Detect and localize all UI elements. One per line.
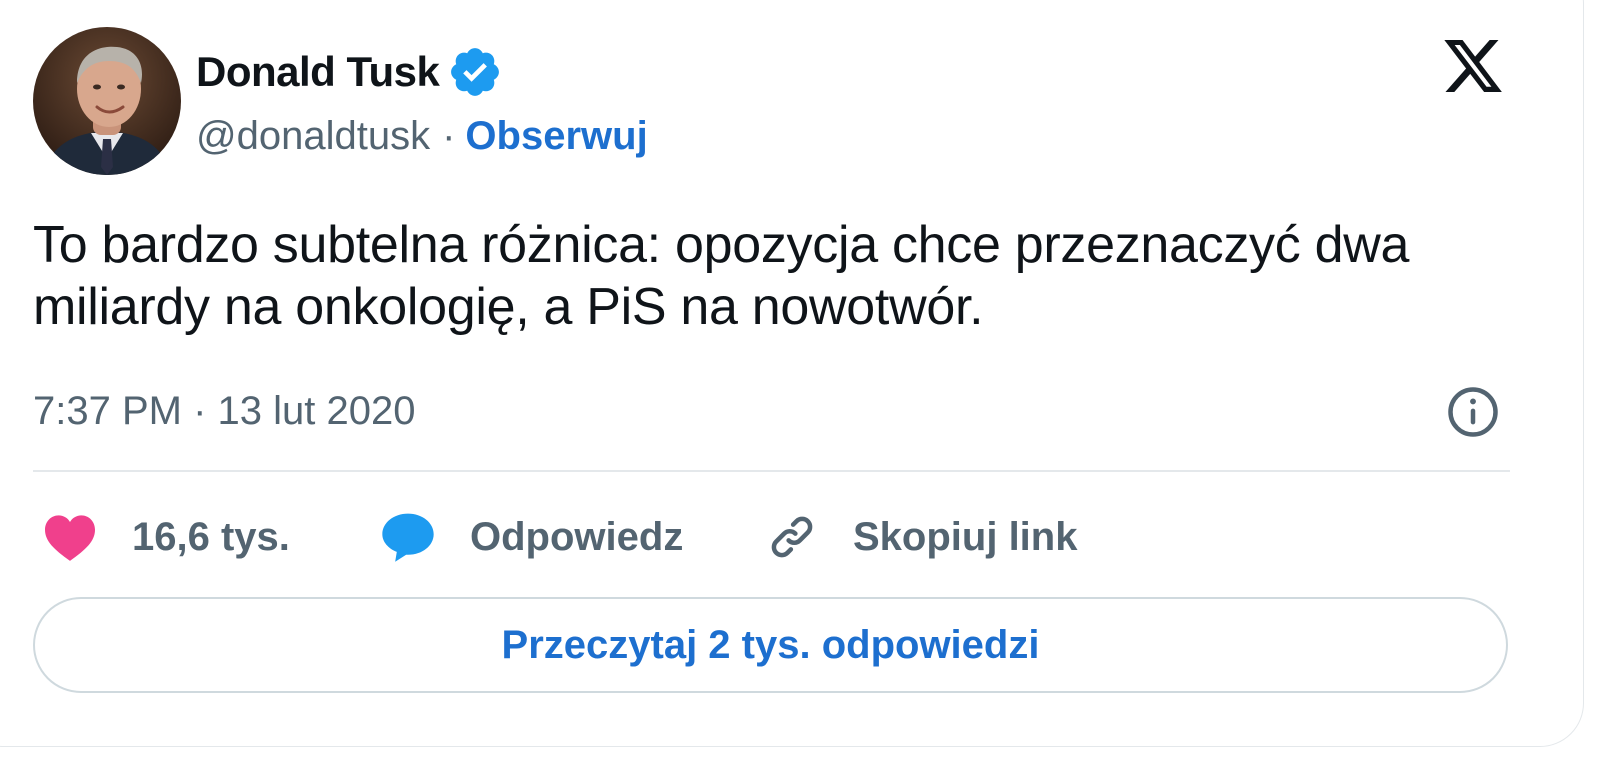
tweet-text: To bardzo subtelna różnica: opozycja chc… <box>33 216 1410 336</box>
info-icon[interactable] <box>1446 385 1500 439</box>
tweet-card: Donald Tusk @donaldtusk · Obserwuj To ba… <box>0 0 1600 757</box>
speech-bubble-icon <box>382 513 434 562</box>
read-replies-button[interactable]: Przeczytaj 2 tys. odpowiedzi <box>33 597 1508 693</box>
author-display-name[interactable]: Donald Tusk <box>196 48 440 96</box>
handle-separator: · <box>442 113 456 158</box>
verified-badge-icon <box>447 44 503 100</box>
avatar-image <box>33 27 181 175</box>
link-icon <box>771 516 813 558</box>
author-name-row: Donald Tusk <box>196 42 503 102</box>
heart-icon <box>45 515 95 561</box>
copy-link-button[interactable]: Skopiuj link <box>765 505 1077 569</box>
author-handle-row: @donaldtusk · Obserwuj <box>196 108 648 164</box>
copy-link-label: Skopiuj link <box>853 514 1078 559</box>
like-count: 16,6 tys. <box>132 514 290 559</box>
like-button[interactable]: 16,6 tys. <box>42 505 290 569</box>
x-logo-icon[interactable] <box>1440 34 1506 98</box>
author-handle[interactable]: @donaldtusk <box>196 114 430 159</box>
reply-button[interactable]: Odpowiedz <box>380 505 683 569</box>
follow-button[interactable]: Obserwuj <box>465 114 647 159</box>
avatar[interactable] <box>33 27 181 175</box>
tweet-timestamp[interactable]: 7:37 PM · 13 lut 2020 <box>33 385 415 437</box>
reply-label: Odpowiedz <box>470 514 684 559</box>
divider <box>33 470 1510 472</box>
read-replies-label: Przeczytaj 2 tys. odpowiedzi <box>501 622 1040 667</box>
